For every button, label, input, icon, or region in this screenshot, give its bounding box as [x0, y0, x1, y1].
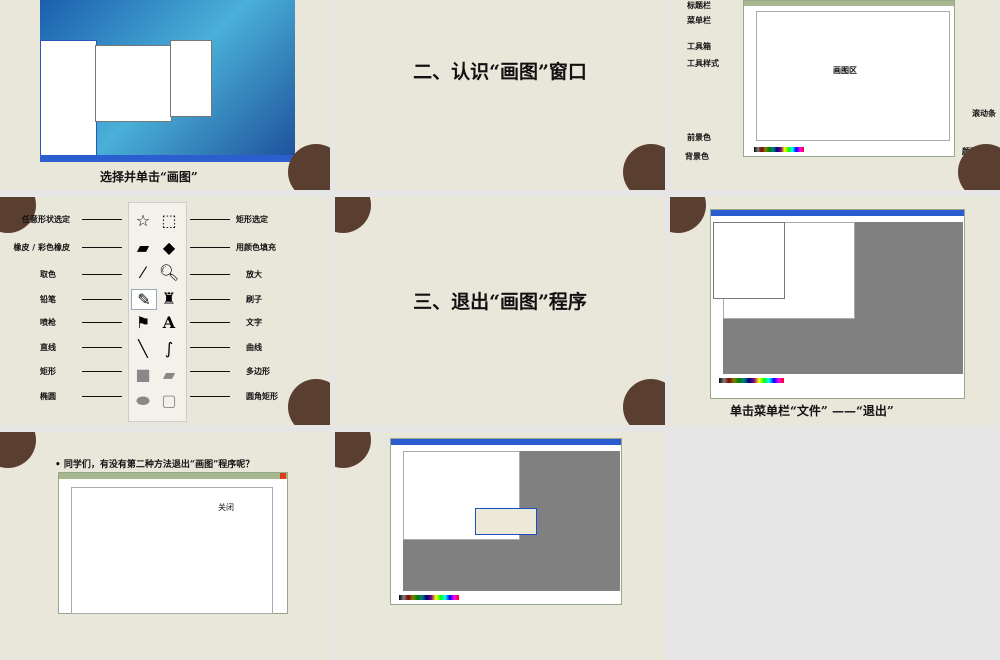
tool-label-left: 橡皮 / 彩色橡皮: [13, 243, 71, 252]
slide-8[interactable]: [335, 432, 665, 660]
tool-label-left: 矩形: [40, 367, 56, 376]
arrow: [82, 247, 122, 248]
pencil-icon: ✎: [131, 289, 157, 310]
close-label: 关闭: [218, 503, 234, 512]
tool-label-right: 放大: [246, 270, 262, 279]
slide-5[interactable]: 三、退出“画图”程序: [335, 197, 665, 425]
tool-label-left: 直线: [40, 343, 56, 352]
rectangle-icon: ■: [135, 365, 151, 384]
arrow: [82, 299, 122, 300]
tool-label-right: 矩形选定: [236, 215, 268, 224]
slide-2[interactable]: 二、认识“画图”窗口: [335, 0, 665, 190]
tool-label-right: 用颜色填充: [236, 243, 276, 252]
flower-decoration: [623, 379, 665, 425]
paint-window: [58, 472, 288, 614]
tool-label-right: 文字: [246, 318, 262, 327]
tool-label-left: 取色: [40, 270, 56, 279]
flower-decoration: [288, 379, 330, 425]
tool-label-left: 喷枪: [40, 318, 56, 327]
slide-3[interactable]: 标题栏 菜单栏 工具箱 工具样式 画图区 滚动条 前景色 背景色 颜料盒: [670, 0, 1000, 190]
label-drawing-area: 画图区: [833, 66, 857, 75]
label-foreground: 前景色: [687, 133, 711, 142]
arrow: [82, 219, 122, 220]
accessories-menu: [170, 40, 212, 117]
slide-4[interactable]: ☆ ⬚ ▰ ◆ ⁄ 🔍︎ ✎ ♜ ⚑ A ╲ ∫ ■ ▰ ⬬ ▢ 任意形状选定矩…: [0, 197, 330, 425]
flower-decoration: [670, 197, 706, 233]
label-scrollbar: 滚动条: [972, 109, 996, 118]
flower-decoration: [623, 144, 665, 190]
paint-window: [743, 0, 955, 157]
tool-label-left: 椭圆: [40, 392, 56, 401]
arrow: [82, 322, 122, 323]
paint-window: [710, 209, 965, 399]
title-bar: [59, 473, 287, 479]
rect-select-icon: ⬚: [161, 211, 177, 230]
magnifier-icon: 🔍︎: [158, 263, 180, 282]
slide-caption: 选择并单击“画图”: [100, 170, 198, 184]
arrow: [190, 219, 230, 220]
tool-label-left: 铅笔: [40, 295, 56, 304]
file-menu: [713, 222, 785, 299]
slide-1[interactable]: 选择并单击“画图”: [0, 0, 330, 190]
arrow: [190, 322, 230, 323]
palette: [719, 378, 784, 383]
canvas: [756, 11, 950, 141]
taskbar: [40, 155, 295, 162]
slide-caption: 单击菜单栏“文件” ——“退出”: [730, 404, 894, 418]
tool-label-right: 曲线: [246, 343, 262, 352]
curve-icon: ∫: [164, 339, 174, 358]
label-title-bar: 标题栏: [687, 1, 711, 10]
arrow: [82, 396, 122, 397]
title-bar: [744, 1, 954, 6]
picker-icon: ⁄: [141, 263, 145, 282]
bullet-text: • 同学们，有没有第二种方法退出“画图”程序呢？: [55, 460, 255, 470]
flower-decoration: [335, 197, 371, 233]
desktop-screenshot: [40, 0, 295, 162]
arrow: [190, 371, 230, 372]
arrow: [190, 274, 230, 275]
arrow: [82, 274, 122, 275]
airbrush-icon: ⚑: [135, 313, 151, 332]
canvas: [71, 487, 273, 614]
fill-icon: ◆: [162, 238, 176, 257]
save-dialog: [475, 508, 537, 535]
free-select-icon: ☆: [135, 211, 151, 230]
flower-decoration: [335, 432, 371, 468]
arrow: [190, 247, 230, 248]
bullet-label: 同学们，有没有第二种方法退出“画图”程序呢？: [63, 460, 255, 470]
arrow: [190, 396, 230, 397]
tool-label-right: 圆角矩形: [246, 392, 278, 401]
toolbox-image: ☆ ⬚ ▰ ◆ ⁄ 🔍︎ ✎ ♜ ⚑ A ╲ ∫ ■ ▰ ⬬ ▢: [128, 202, 187, 422]
palette: [399, 595, 459, 600]
tool-label-right: 刷子: [246, 295, 262, 304]
close-icon[interactable]: [280, 473, 286, 479]
slide-title: 三、退出“画图”程序: [413, 291, 587, 313]
slide-7[interactable]: • 同学们，有没有第二种方法退出“画图”程序呢？ 关闭: [0, 432, 330, 660]
slide-title: 二、认识“画图”窗口: [413, 61, 587, 83]
arrow: [82, 371, 122, 372]
label-menu-bar: 菜单栏: [687, 16, 711, 25]
label-tool-style: 工具样式: [687, 59, 719, 68]
palette: [754, 147, 804, 152]
programs-menu: [95, 45, 172, 122]
tool-label-right: 多边形: [246, 367, 270, 376]
line-icon: ╲: [138, 339, 148, 358]
rounded-rect-icon: ▢: [161, 391, 177, 410]
title-bar: [711, 210, 964, 216]
ellipse-icon: ⬬: [136, 391, 150, 410]
arrow: [82, 347, 122, 348]
start-menu: [40, 40, 97, 157]
brush-icon: ♜: [161, 289, 177, 308]
flower-decoration: [0, 432, 36, 468]
text-icon: A: [162, 313, 176, 332]
label-toolbox: 工具箱: [687, 42, 711, 51]
arrow: [190, 347, 230, 348]
tool-label-left: 任意形状选定: [22, 215, 70, 224]
title-bar: [391, 439, 621, 445]
arrow: [190, 299, 230, 300]
label-background: 背景色: [685, 152, 709, 161]
slide-6[interactable]: 单击菜单栏“文件” ——“退出”: [670, 197, 1000, 425]
polygon-icon: ▰: [162, 365, 176, 384]
eraser-icon: ▰: [136, 238, 150, 257]
